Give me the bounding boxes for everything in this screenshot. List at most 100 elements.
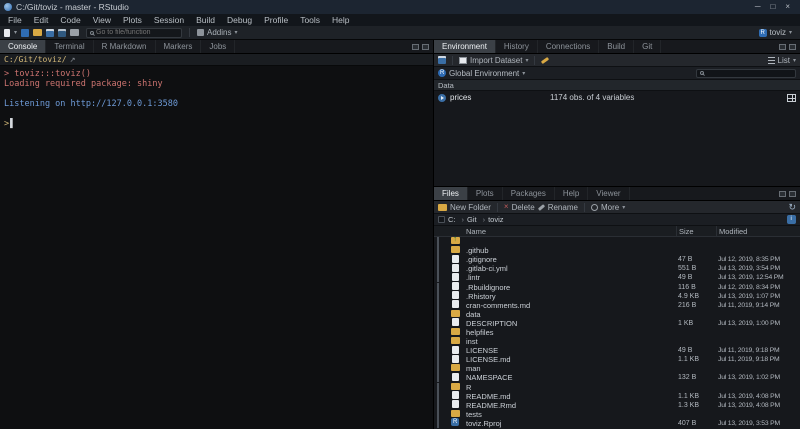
environment-pane-tab[interactable]: Connections bbox=[538, 40, 599, 53]
list-view-button[interactable]: List ▾ bbox=[768, 56, 796, 65]
file-name-link[interactable]: LICENSE bbox=[464, 346, 676, 355]
minimize-pane-icon[interactable] bbox=[779, 191, 786, 197]
menu-item[interactable]: View bbox=[87, 14, 117, 26]
file-name-link[interactable]: README.Rmd bbox=[464, 401, 676, 410]
breadcrumb-item[interactable]: C: bbox=[448, 215, 456, 224]
file-row[interactable]: .gitignore 47 B Jul 12, 2019, 8:35 PM bbox=[434, 255, 800, 264]
environment-object-row[interactable]: prices 1174 obs. of 4 variables bbox=[434, 91, 800, 104]
file-row[interactable] bbox=[434, 237, 800, 246]
new-folder-button[interactable]: New Folder bbox=[438, 203, 491, 212]
file-select-checkbox[interactable] bbox=[437, 237, 439, 246]
file-name-link[interactable]: tests bbox=[464, 410, 676, 419]
files-pane-tab[interactable]: Packages bbox=[503, 187, 555, 200]
file-select-checkbox[interactable] bbox=[437, 373, 439, 382]
environment-pane-tab[interactable]: Build bbox=[599, 40, 634, 53]
file-name-link[interactable]: DESCRIPTION bbox=[464, 319, 676, 328]
environment-search-input[interactable] bbox=[706, 70, 797, 77]
file-row[interactable]: DESCRIPTION 1 KB Jul 13, 2019, 1:00 PM bbox=[434, 319, 800, 328]
save-all-icon[interactable] bbox=[58, 29, 66, 37]
minimize-pane-icon[interactable] bbox=[779, 44, 786, 50]
file-select-checkbox[interactable] bbox=[437, 273, 439, 282]
file-row[interactable]: R bbox=[434, 383, 800, 392]
menu-item[interactable]: Session bbox=[148, 14, 190, 26]
file-select-checkbox[interactable] bbox=[437, 401, 439, 410]
file-select-checkbox[interactable] bbox=[437, 283, 439, 292]
files-pane-tab[interactable]: Viewer bbox=[588, 187, 629, 200]
more-button[interactable]: More ▾ bbox=[591, 203, 625, 212]
file-select-checkbox[interactable] bbox=[437, 410, 439, 419]
file-select-checkbox[interactable] bbox=[437, 319, 439, 328]
file-select-checkbox[interactable] bbox=[437, 346, 439, 355]
view-data-grid-icon[interactable] bbox=[787, 94, 796, 102]
menu-item[interactable]: Edit bbox=[28, 14, 55, 26]
console-pane-tab[interactable]: Markers bbox=[156, 40, 202, 53]
environment-pane-tab[interactable]: History bbox=[496, 40, 538, 53]
rename-button[interactable]: Rename bbox=[538, 203, 578, 212]
file-select-checkbox[interactable] bbox=[437, 383, 439, 392]
file-select-checkbox[interactable] bbox=[437, 292, 439, 301]
environment-pane-tab[interactable]: Git bbox=[634, 40, 661, 53]
files-pane-tab[interactable]: Help bbox=[555, 187, 588, 200]
file-select-checkbox[interactable] bbox=[437, 255, 439, 264]
file-row[interactable]: data bbox=[434, 310, 800, 319]
refresh-icon[interactable]: ↻ bbox=[788, 203, 796, 212]
breadcrumb-item[interactable]: Git bbox=[459, 215, 477, 224]
file-name-link[interactable]: NAMESPACE bbox=[464, 373, 676, 382]
file-select-checkbox[interactable] bbox=[437, 301, 439, 310]
file-name-link[interactable]: README.md bbox=[464, 392, 676, 401]
environment-scope-caret-icon[interactable]: ▾ bbox=[522, 70, 525, 77]
file-row[interactable]: README.Rmd 1.3 KB Jul 13, 2019, 4:08 PM bbox=[434, 401, 800, 410]
maximize-pane-icon[interactable] bbox=[789, 191, 796, 197]
menu-item[interactable]: File bbox=[2, 14, 28, 26]
console-pane-tab[interactable]: Terminal bbox=[46, 40, 93, 53]
console-pane-tab[interactable]: R Markdown bbox=[94, 40, 156, 53]
file-row[interactable]: toviz.Rproj 407 B Jul 13, 2019, 3:53 PM bbox=[434, 419, 800, 428]
console-pane-tab[interactable]: Console bbox=[0, 40, 46, 53]
file-select-checkbox[interactable] bbox=[437, 364, 439, 373]
files-pane-tab[interactable]: Files bbox=[434, 187, 468, 200]
file-select-checkbox[interactable] bbox=[437, 355, 439, 364]
file-row[interactable]: .lintr 49 B Jul 13, 2019, 12:54 PM bbox=[434, 273, 800, 282]
minimize-pane-icon[interactable] bbox=[412, 44, 419, 50]
menu-item[interactable]: Code bbox=[54, 14, 86, 26]
maximize-window-button[interactable]: □ bbox=[770, 0, 775, 14]
header-name[interactable]: Name bbox=[464, 226, 676, 236]
menu-item[interactable]: Build bbox=[190, 14, 221, 26]
file-name-link[interactable]: cran-comments.md bbox=[464, 301, 676, 310]
header-size[interactable]: Size bbox=[676, 226, 716, 236]
file-select-checkbox[interactable] bbox=[437, 264, 439, 273]
menu-item[interactable]: Profile bbox=[258, 14, 294, 26]
file-row[interactable]: man bbox=[434, 364, 800, 373]
file-name-link[interactable]: man bbox=[464, 364, 676, 373]
new-file-caret-icon[interactable]: ▾ bbox=[14, 29, 17, 36]
files-pane-tab[interactable]: Plots bbox=[468, 187, 503, 200]
file-row[interactable]: .gitlab-ci.yml 551 B Jul 13, 2019, 3:54 … bbox=[434, 264, 800, 273]
file-name-link[interactable]: .Rbuildignore bbox=[464, 283, 676, 292]
file-name-link[interactable]: inst bbox=[464, 337, 676, 346]
save-icon[interactable] bbox=[46, 29, 54, 37]
close-window-button[interactable]: × bbox=[785, 0, 790, 14]
goto-directory-icon[interactable]: ↗ bbox=[70, 56, 76, 64]
environment-scope-label[interactable]: Global Environment bbox=[449, 69, 519, 78]
file-select-checkbox[interactable] bbox=[437, 337, 439, 346]
file-name-link[interactable]: .gitlab-ci.yml bbox=[464, 264, 676, 273]
file-row[interactable]: .Rbuildignore 116 B Jul 12, 2019, 8:34 P… bbox=[434, 282, 800, 291]
maximize-pane-icon[interactable] bbox=[422, 44, 429, 50]
breadcrumb-item[interactable]: toviz bbox=[480, 215, 504, 224]
file-select-checkbox[interactable] bbox=[437, 419, 439, 428]
file-name-link[interactable]: data bbox=[464, 310, 676, 319]
new-project-icon[interactable] bbox=[21, 29, 29, 37]
file-row[interactable]: LICENSE 49 B Jul 11, 2019, 9:18 PM bbox=[434, 346, 800, 355]
file-name-link[interactable]: .github bbox=[464, 246, 676, 255]
file-row[interactable]: .Rhistory 4.9 KB Jul 13, 2019, 1:07 PM bbox=[434, 292, 800, 301]
file-row[interactable]: inst bbox=[434, 337, 800, 346]
minimize-window-button[interactable]: ─ bbox=[755, 0, 761, 14]
file-select-checkbox[interactable] bbox=[437, 246, 439, 255]
file-row[interactable]: cran-comments.md 216 B Jul 11, 2019, 9:1… bbox=[434, 301, 800, 310]
expand-object-icon[interactable] bbox=[438, 94, 446, 102]
file-row[interactable]: LICENSE.md 1.1 KB Jul 11, 2019, 9:18 PM bbox=[434, 355, 800, 364]
maximize-pane-icon[interactable] bbox=[789, 44, 796, 50]
menu-item[interactable]: Plots bbox=[117, 14, 148, 26]
file-name-link[interactable]: helpfiles bbox=[464, 328, 676, 337]
file-select-checkbox[interactable] bbox=[437, 392, 439, 401]
